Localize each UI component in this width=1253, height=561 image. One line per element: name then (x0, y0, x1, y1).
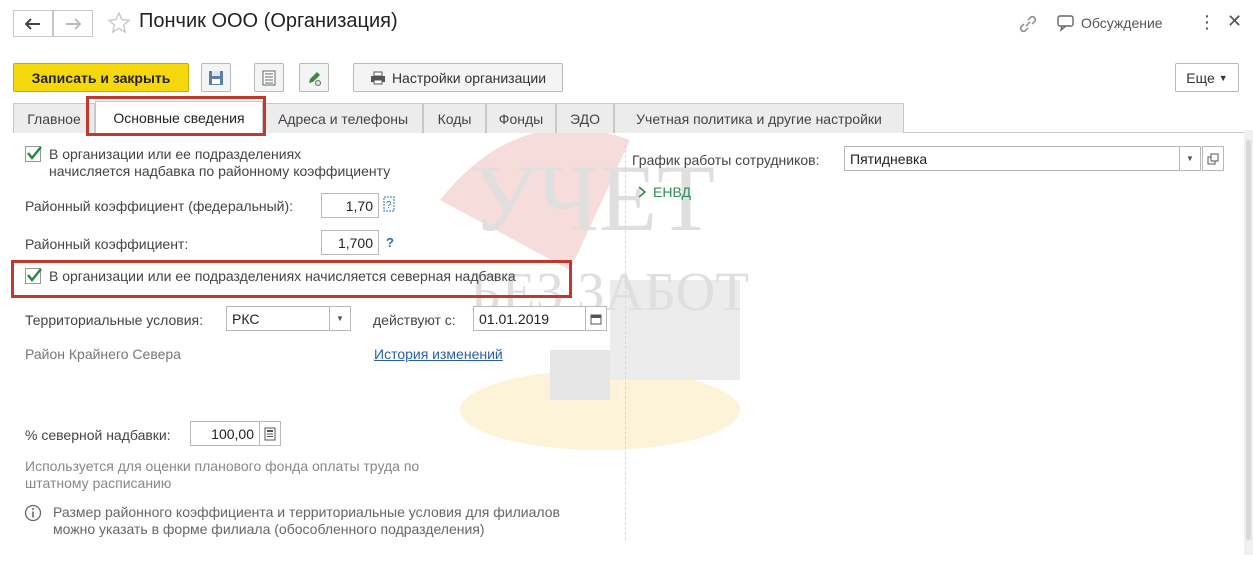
save-close-button[interactable]: Записать и закрыть (13, 63, 189, 92)
calendar-icon (590, 314, 602, 324)
more-button[interactable]: Еще ▼ (1175, 63, 1239, 92)
chat-icon (1057, 15, 1074, 32)
schedule-field[interactable]: Пятидневка (844, 146, 1181, 171)
discussion-button[interactable]: Обсуждение (1056, 14, 1163, 32)
tab-main[interactable]: Главное (13, 103, 95, 133)
north-percent-field[interactable]: 100,00 (190, 421, 260, 446)
effective-date-field[interactable]: 01.01.2019 (473, 306, 586, 331)
more-vert-icon[interactable]: ⋮ (1198, 12, 1216, 33)
territorial-dropdown-button[interactable]: ▼ (329, 306, 351, 331)
schedule-label: График работы сотрудников: (632, 152, 820, 168)
printer-icon (370, 71, 385, 84)
edit-button[interactable] (299, 63, 329, 92)
forward-button[interactable] (53, 10, 93, 37)
arrow-left-icon (25, 17, 40, 30)
tab-basic-info[interactable]: Основные сведения (95, 101, 263, 133)
regional-allowance-label: В организации или ее подразделениях начи… (49, 146, 390, 180)
note-branches: Размер районного коэффициента и территор… (53, 504, 560, 538)
help-icon[interactable]: ? (386, 235, 394, 250)
checkmark-icon (27, 146, 42, 160)
note-fund-estimation: Используется для оценки планового фонда … (25, 458, 419, 492)
page-title: Пончик ООО (Организация) (139, 10, 398, 32)
north-allowance-checkbox[interactable] (25, 268, 42, 284)
federal-coef-label: Районный коэффициент (федеральный): (25, 198, 294, 214)
more-label: Еще (1186, 69, 1215, 86)
chevron-right-icon (638, 186, 647, 198)
north-percent-label: % северной надбавки: (25, 427, 171, 443)
federal-coef-field[interactable]: 1,70 (321, 193, 379, 218)
note-branches-line2: можно указать в форме филиала (обособлен… (53, 521, 485, 537)
regional-allowance-line1: В организации или ее подразделениях (49, 146, 302, 162)
info-icon (24, 504, 42, 522)
chevron-down-icon: ▼ (1218, 72, 1228, 83)
save-button[interactable] (201, 63, 231, 92)
report-button[interactable] (254, 63, 284, 92)
close-icon[interactable]: ✕ (1227, 11, 1242, 32)
floppy-icon (209, 70, 223, 85)
document-list-icon (262, 70, 276, 85)
regional-allowance-checkbox[interactable] (25, 146, 42, 162)
note-branches-line1: Размер районного коэффициента и территор… (53, 504, 560, 520)
coef-label: Районный коэффициент: (25, 236, 189, 252)
envd-group-label: ЕНВД (653, 184, 691, 200)
scrollbar-thumb[interactable] (1246, 140, 1251, 540)
calculator-help-icon[interactable]: ? (383, 196, 395, 212)
envd-group-toggle[interactable]: ЕНВД (637, 184, 691, 200)
checkmark-icon (27, 268, 42, 282)
territorial-select[interactable]: РКС (226, 306, 331, 331)
open-window-icon (1207, 153, 1219, 164)
chevron-down-icon: ▼ (336, 314, 344, 323)
calendar-button[interactable] (585, 306, 607, 331)
regional-allowance-line2: начисляется надбавка по районному коэффи… (49, 163, 391, 179)
calculator-icon (264, 427, 276, 440)
history-link[interactable]: История изменений (374, 346, 503, 362)
svg-text:?: ? (386, 200, 392, 211)
schedule-dropdown-button[interactable]: ▼ (1179, 146, 1201, 171)
note-fund-line1: Используется для оценки планового фонда … (25, 458, 420, 474)
north-percent-calculator-button[interactable] (259, 421, 281, 446)
back-button[interactable] (13, 10, 53, 37)
column-divider (625, 140, 626, 540)
tab-edo[interactable]: ЭДО (556, 103, 614, 133)
org-settings-label: Настройки организации (391, 69, 547, 86)
pen-icon (309, 71, 321, 86)
territorial-label: Территориальные условия: (25, 312, 203, 328)
link-icon[interactable] (1018, 14, 1038, 34)
favorite-star-icon[interactable] (107, 11, 131, 35)
tab-addresses[interactable]: Адреса и телефоны (263, 103, 423, 133)
note-fund-line2: штатному расписанию (25, 475, 172, 491)
effective-from-label: действуют с: (373, 312, 456, 328)
discussion-label: Обсуждение (1081, 15, 1163, 31)
tab-codes[interactable]: Коды (423, 103, 486, 133)
coef-field[interactable]: 1,700 (321, 230, 379, 255)
org-settings-button[interactable]: Настройки организации (353, 63, 563, 92)
territory-name: Район Крайнего Севера (25, 346, 181, 362)
chevron-down-icon: ▼ (1186, 154, 1194, 163)
schedule-open-button[interactable] (1202, 146, 1224, 171)
north-allowance-label: В организации или ее подразделениях начи… (49, 268, 516, 284)
tab-funds[interactable]: Фонды (486, 103, 556, 133)
tab-accounting-policy[interactable]: Учетная политика и другие настройки (614, 103, 904, 133)
arrow-right-icon (66, 17, 81, 30)
